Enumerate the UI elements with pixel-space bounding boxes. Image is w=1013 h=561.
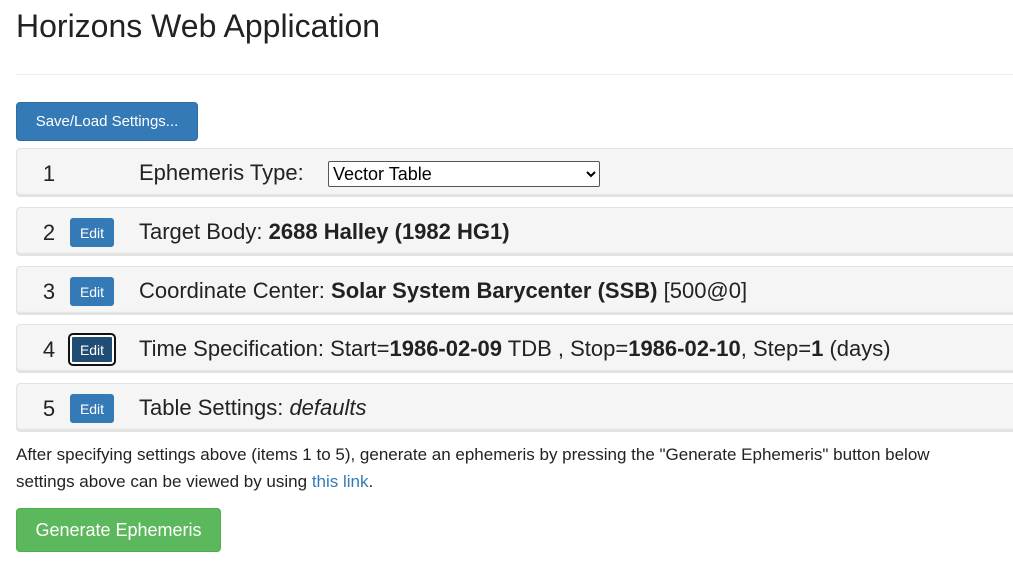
setting-row-time-specification: 4 Edit Time Specification: Start=1986-02…	[16, 324, 1013, 373]
edit-target-body-button[interactable]: Edit	[70, 218, 114, 247]
page-title: Horizons Web Application	[16, 8, 381, 44]
row-label: Time Specification: Start=1986-02-09 TDB…	[139, 336, 891, 362]
row-label: Target Body: 2688 Halley (1982 HG1)	[139, 219, 510, 245]
period: .	[368, 472, 374, 491]
info-line-1: After specifying settings above (items 1…	[16, 445, 930, 464]
step-label: , Step=	[740, 336, 812, 361]
row-label: Coordinate Center: Solar System Barycent…	[139, 278, 747, 304]
center-code: [500@0]	[663, 278, 748, 303]
label-text: Time Specification:	[139, 336, 325, 361]
step-value: 1	[811, 336, 824, 361]
label-text: Table Settings:	[139, 395, 284, 420]
row-number: 4	[42, 337, 56, 362]
generate-ephemeris-button[interactable]: Generate Ephemeris	[16, 508, 221, 552]
setting-row-target-body: 2 Edit Target Body: 2688 Halley (1982 HG…	[16, 207, 1013, 256]
edit-table-settings-button[interactable]: Edit	[70, 394, 114, 423]
settings-link[interactable]: this link	[312, 472, 369, 491]
info-line-2: settings above can be viewed by using	[16, 472, 312, 491]
start-value: 1986-02-09	[389, 336, 503, 361]
edit-coordinate-center-button[interactable]: Edit	[70, 277, 114, 306]
stop-label: TDB , Stop=	[507, 336, 629, 361]
edit-time-specification-button[interactable]: Edit	[68, 333, 116, 366]
row-number: 3	[42, 279, 56, 304]
row-number: 2	[42, 220, 56, 245]
table-settings-value: defaults	[289, 395, 367, 420]
row-number: 5	[42, 396, 56, 421]
setting-row-coordinate-center: 3 Edit Coordinate Center: Solar System B…	[16, 266, 1013, 315]
save-load-settings-button[interactable]: Save/Load Settings...	[16, 102, 198, 141]
label-text: Coordinate Center:	[139, 278, 325, 303]
label-text: Target Body:	[139, 219, 263, 244]
row-label: Table Settings: defaults	[139, 395, 367, 421]
ephemeris-type-select[interactable]: Vector Table	[328, 161, 600, 187]
step-unit: (days)	[829, 336, 891, 361]
start-label: Start=	[330, 336, 390, 361]
row-label: Ephemeris Type:	[139, 160, 304, 185]
setting-row-ephemeris-type: 1 Ephemeris Type: Vector Table	[16, 148, 1013, 197]
target-body-value: 2688 Halley (1982 HG1)	[268, 219, 510, 244]
stop-value: 1986-02-10	[628, 336, 741, 361]
row-number: 1	[42, 161, 56, 186]
instructions-text: After specifying settings above (items 1…	[16, 441, 1013, 495]
setting-row-table-settings: 5 Edit Table Settings: defaults	[16, 383, 1013, 432]
divider	[16, 74, 1013, 75]
coordinate-center-value: Solar System Barycenter (SSB)	[331, 278, 658, 303]
